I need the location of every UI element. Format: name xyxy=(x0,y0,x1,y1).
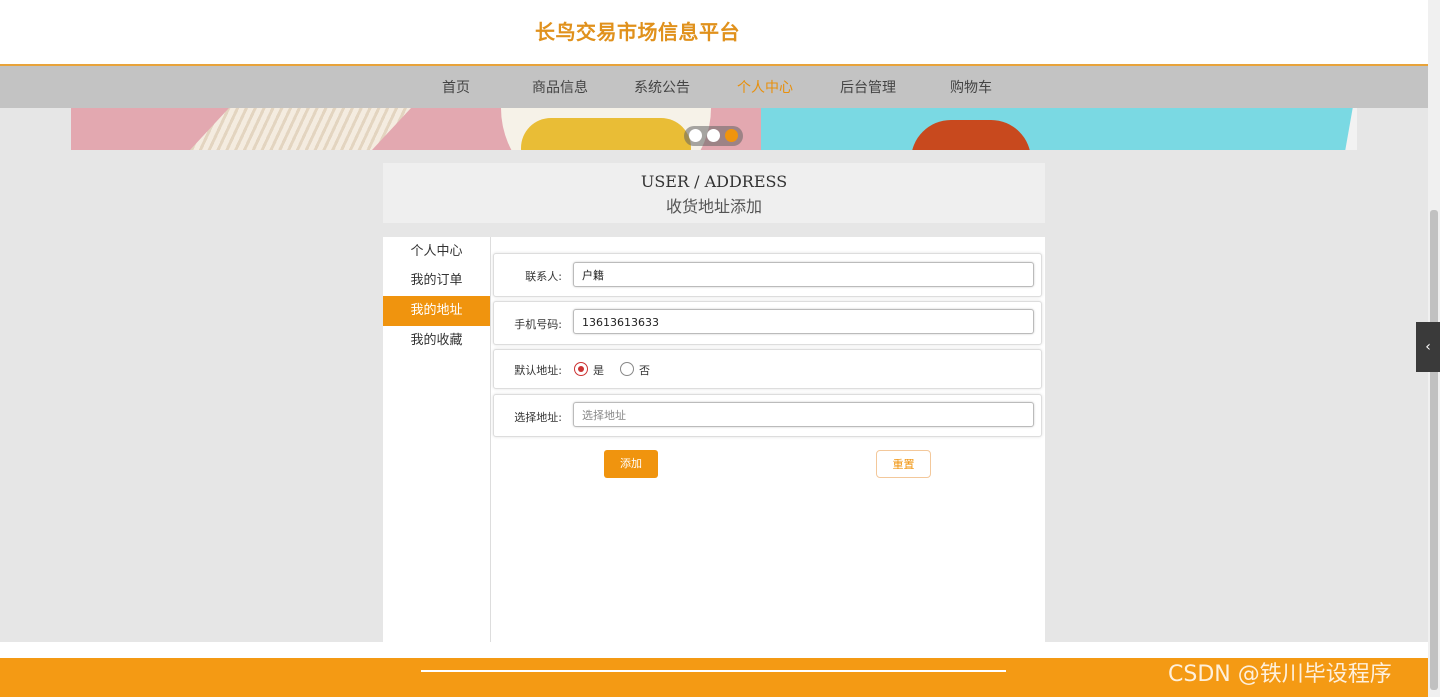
address-form: 联系人: 户籍 手机号码: 13613613633 默认地址: 是 否 选择地址… xyxy=(491,237,1045,642)
default-no-radio[interactable] xyxy=(620,362,634,376)
watermark: CSDN @铁川毕设程序 xyxy=(1168,662,1392,687)
phone-label: 手机号码: xyxy=(514,318,562,331)
sidebar-item-my-address[interactable]: 我的地址 xyxy=(383,296,490,326)
page-heading-en: USER / ADDRESS xyxy=(640,172,788,191)
carousel-indicators xyxy=(684,126,743,146)
nav-item-admin[interactable]: 后台管理 xyxy=(840,77,896,97)
form-row-address: 选择地址: 选择地址 xyxy=(493,394,1042,437)
sidebar-item-my-favorites[interactable]: 我的收藏 xyxy=(383,326,490,356)
default-address-label: 默认地址: xyxy=(514,364,562,377)
banner-blue-panel xyxy=(761,108,1357,150)
default-yes-radio[interactable] xyxy=(574,362,588,376)
contact-input[interactable]: 户籍 xyxy=(573,262,1034,287)
chevron-left-icon[interactable]: ‹ xyxy=(1416,322,1440,372)
carousel-dot-2[interactable] xyxy=(707,129,720,142)
nav-item-products[interactable]: 商品信息 xyxy=(532,77,588,97)
main-nav: 首页 商品信息 系统公告 个人中心 后台管理 购物车 xyxy=(0,66,1428,108)
form-row-default-address: 默认地址: 是 否 xyxy=(493,349,1042,389)
add-button[interactable]: 添加 xyxy=(604,450,658,478)
page-heading: USER / ADDRESS 收货地址添加 xyxy=(383,163,1045,223)
page-heading-cn: 收货地址添加 xyxy=(665,197,762,216)
reset-button[interactable]: 重置 xyxy=(876,450,931,478)
sidebar: 个人中心 我的订单 我的地址 我的收藏 xyxy=(383,237,491,642)
form-row-contact: 联系人: 户籍 xyxy=(493,253,1042,297)
nav-item-announcements[interactable]: 系统公告 xyxy=(634,77,690,97)
banner-soup-image xyxy=(521,118,691,150)
scrollbar-thumb[interactable] xyxy=(1430,210,1438,690)
header: 长鸟交易市场信息平台 xyxy=(0,0,1428,66)
nav-item-personal-center[interactable]: 个人中心 xyxy=(737,77,793,97)
default-yes-label: 是 xyxy=(593,364,604,377)
banner-noodles-image xyxy=(190,108,411,150)
site-title: 长鸟交易市场信息平台 xyxy=(535,20,740,44)
carousel-dot-1[interactable] xyxy=(689,129,702,142)
sidebar-item-personal-center[interactable]: 个人中心 xyxy=(383,237,490,266)
carousel-dot-3[interactable] xyxy=(725,129,738,142)
nav-item-home[interactable]: 首页 xyxy=(442,77,470,97)
address-label: 选择地址: xyxy=(514,411,562,424)
nav-item-cart[interactable]: 购物车 xyxy=(950,77,992,97)
phone-input[interactable]: 13613613633 xyxy=(573,309,1034,334)
contact-label: 联系人: xyxy=(525,270,562,283)
form-row-phone: 手机号码: 13613613633 xyxy=(493,301,1042,345)
footer-divider xyxy=(421,670,1006,672)
sidebar-item-my-orders[interactable]: 我的订单 xyxy=(383,266,490,296)
default-no-label: 否 xyxy=(639,364,650,377)
address-select[interactable]: 选择地址 xyxy=(573,402,1034,427)
